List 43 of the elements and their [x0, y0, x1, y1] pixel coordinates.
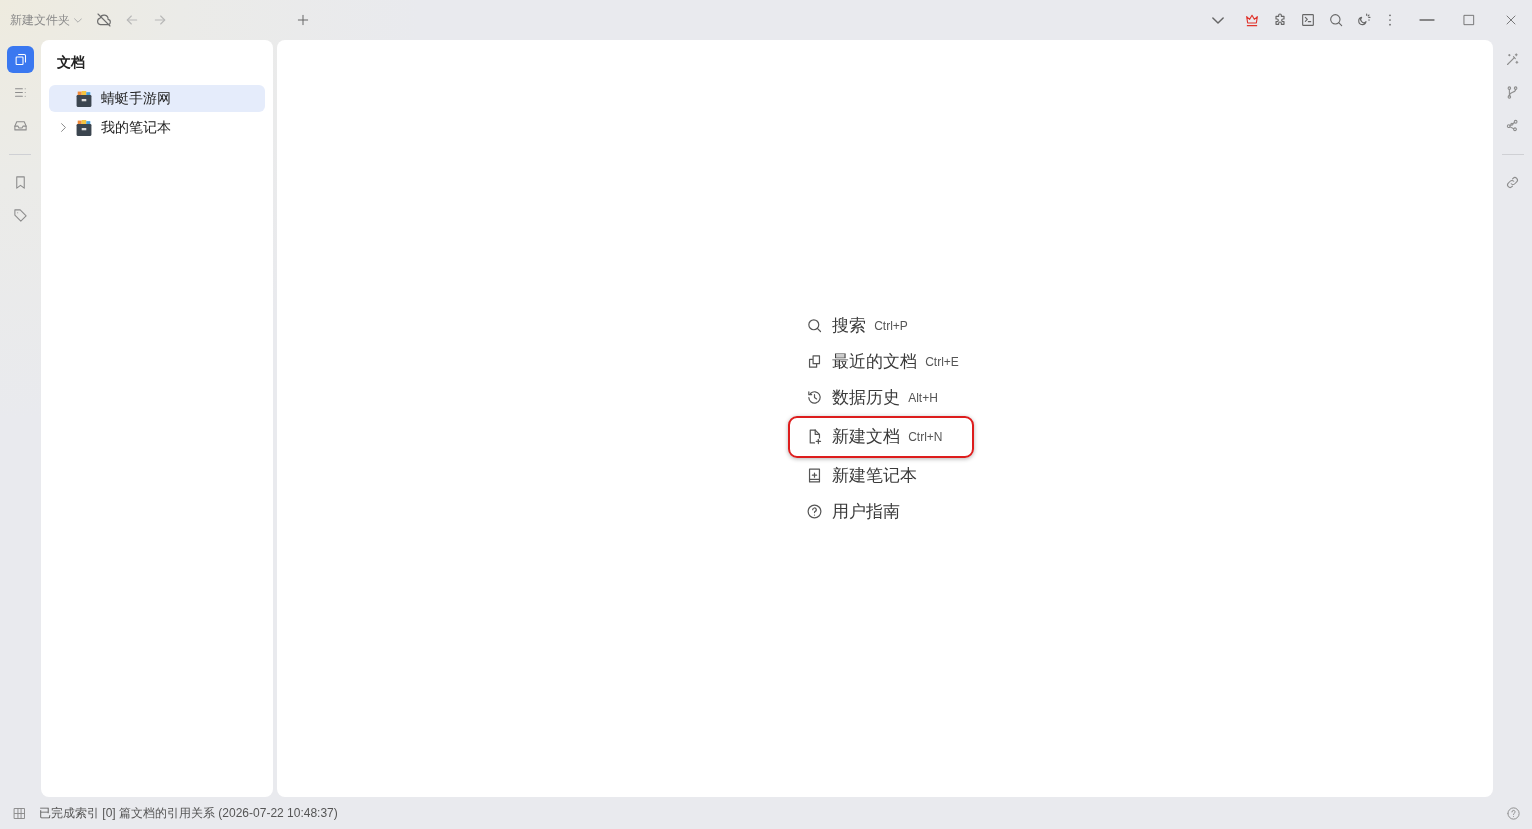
menu-item[interactable]: 数据历史 Alt+H: [788, 379, 969, 416]
file-cabinet-icon: [76, 90, 92, 107]
menu-item[interactable]: 最近的文档 Ctrl+E: [788, 343, 990, 380]
menu-item[interactable]: 用户指南: [788, 493, 932, 530]
moon-sun-icon[interactable]: [1356, 12, 1372, 28]
terminal-icon[interactable]: [1300, 12, 1316, 28]
chevron-right-icon[interactable]: [60, 123, 66, 132]
minimize-icon: [1419, 19, 1435, 21]
file-cabinet-icon: [76, 119, 92, 136]
shortcut-hint: Ctrl+P: [874, 317, 908, 335]
search-icon: [806, 317, 824, 334]
shortcut-hint: Ctrl+N: [908, 428, 943, 446]
menu-item[interactable]: 搜索 Ctrl+P: [788, 307, 939, 344]
graph-icon: [1505, 118, 1520, 133]
cloud-off-icon[interactable]: [96, 12, 112, 28]
help-icon: [806, 503, 824, 520]
notebook-item[interactable]: 蜻蜓手游网: [49, 85, 265, 112]
branch-icon: [1505, 85, 1520, 100]
help-icon[interactable]: [1506, 805, 1521, 821]
history-icon: [806, 389, 824, 406]
plus-icon[interactable]: [296, 13, 310, 27]
crown-icon[interactable]: [1244, 12, 1260, 28]
shortcut-hint: Alt+H: [908, 389, 938, 407]
menu-item[interactable]: 新建笔记本: [788, 457, 949, 494]
list-icon: [12, 85, 28, 100]
tag-icon: [12, 208, 28, 223]
shortcut-hint: Ctrl+E: [925, 353, 959, 371]
pages-icon: [12, 52, 28, 67]
notebook-item[interactable]: 我的笔记本: [49, 114, 265, 141]
search-icon[interactable]: [1328, 12, 1344, 28]
dock-button[interactable]: [6, 46, 34, 73]
status-message: 已完成索引 [0] 篇文档的引用关系 (2026-07-22 10:48:37): [39, 804, 338, 822]
maximize-icon: [1461, 12, 1477, 28]
menu-item[interactable]: 新建文档 Ctrl+N: [788, 415, 974, 458]
link-icon: [1505, 175, 1520, 190]
wand-icon: [1505, 52, 1520, 67]
puzzle-icon[interactable]: [1272, 12, 1288, 28]
more-icon[interactable]: [1388, 12, 1392, 28]
panel-title: 文档: [56, 53, 86, 72]
chevron-down-icon: [74, 17, 82, 23]
chevron-down-icon[interactable]: [1212, 16, 1224, 24]
grid-icon[interactable]: [12, 805, 27, 821]
inbox-icon: [12, 118, 28, 133]
